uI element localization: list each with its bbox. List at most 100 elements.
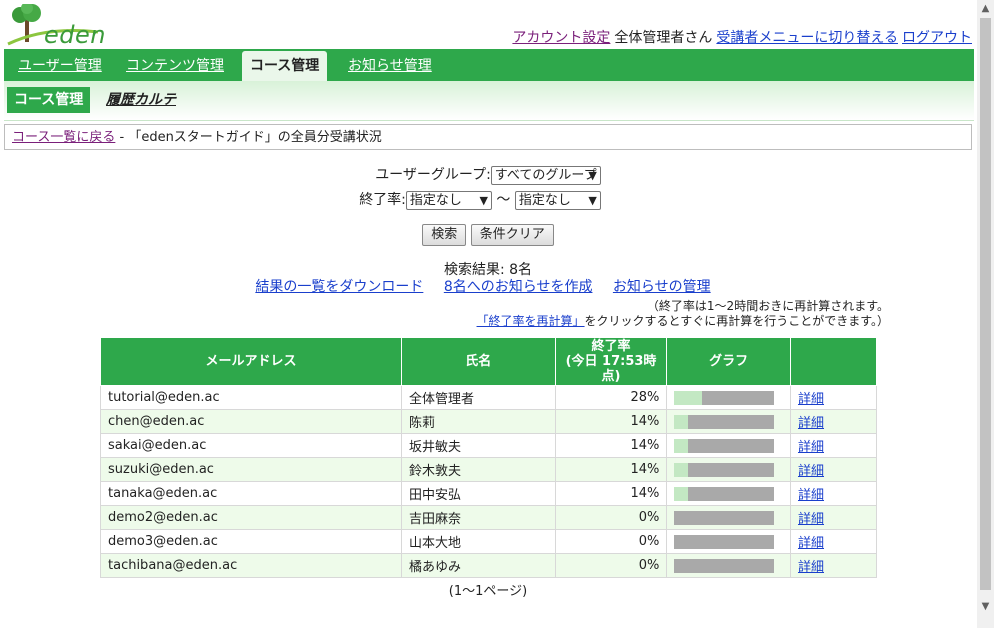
rate-filter-row: 終了率: 指定なし ▼ 〜 指定なし ▼ xyxy=(0,189,968,210)
cell-rate: 14% xyxy=(554,409,668,434)
breadcrumb: コース一覧に戻る - 「edenスタートガイド」の全員分受講状況 xyxy=(4,124,972,150)
progress-bar xyxy=(674,558,775,573)
rate-from-select[interactable]: 指定なし ▼ xyxy=(405,190,492,210)
rate-range-separator: 〜 xyxy=(496,192,511,208)
cell-detail: 詳細 xyxy=(789,409,878,434)
recalc-note-line2: 「終了率を再計算」をクリックするとすぐに再計算を行うことができます。） xyxy=(477,312,889,329)
group-select-value: すべてのグループ xyxy=(494,167,597,183)
progress-bar-fill xyxy=(674,462,689,477)
cell-email: sakai@eden.ac xyxy=(100,433,402,458)
table-row: sakai@eden.ac 坂井敏夫 14% 詳細 xyxy=(100,433,878,458)
manage-notices-link[interactable]: お知らせの管理 xyxy=(613,279,711,295)
cell-graph xyxy=(666,409,791,434)
back-to-course-list-link[interactable]: コース一覧に戻る xyxy=(12,130,115,145)
cell-graph xyxy=(666,505,791,530)
col-rate: 終了率 (今日 17:53時点) xyxy=(554,337,668,386)
cell-rate: 28% xyxy=(554,385,668,410)
cell-rate: 0% xyxy=(554,505,668,530)
tab-user-management[interactable]: ユーザー管理 xyxy=(10,49,110,81)
cell-detail: 詳細 xyxy=(789,385,878,410)
rate-to-select[interactable]: 指定なし ▼ xyxy=(514,190,601,210)
cell-email: tanaka@eden.ac xyxy=(100,481,402,506)
col-email: メールアドレス xyxy=(100,337,402,386)
scroll-down-arrow-icon[interactable]: ▼ xyxy=(977,598,994,615)
group-filter-label: ユーザーグループ: xyxy=(375,167,491,183)
progress-bar-fill xyxy=(674,390,703,405)
tab-course-management[interactable]: コース管理 xyxy=(242,51,328,81)
cell-rate: 14% xyxy=(554,433,668,458)
tab-content-management[interactable]: コンテンツ管理 xyxy=(118,49,232,81)
progress-bar-fill xyxy=(674,486,689,501)
sub-nav: コース管理 履歴カルテ xyxy=(4,81,974,121)
cell-name: 田中安弘 xyxy=(400,481,556,506)
cell-graph xyxy=(666,457,791,482)
user-name: 全体管理者さん xyxy=(614,30,713,46)
cell-rate: 0% xyxy=(554,553,668,578)
table-row: demo3@eden.ac 山本大地 0% 詳細 xyxy=(100,529,878,554)
detail-link[interactable]: 詳細 xyxy=(798,512,824,527)
download-results-link[interactable]: 結果の一覧をダウンロード xyxy=(255,279,423,295)
result-links: 結果の一覧をダウンロード 8名へのお知らせを作成 お知らせの管理 xyxy=(0,276,966,296)
detail-link[interactable]: 詳細 xyxy=(798,560,824,575)
scroll-up-arrow-icon[interactable]: ▲ xyxy=(977,0,994,17)
cell-email: chen@eden.ac xyxy=(100,409,402,434)
cell-email: demo2@eden.ac xyxy=(100,505,402,530)
progress-bar-fill xyxy=(674,414,689,429)
cell-email: tachibana@eden.ac xyxy=(100,553,402,578)
search-button[interactable]: 検索 xyxy=(422,224,467,246)
detail-link[interactable]: 詳細 xyxy=(798,464,824,479)
detail-link[interactable]: 詳細 xyxy=(798,416,824,431)
logout-link[interactable]: ログアウト xyxy=(902,30,972,46)
switch-menu-link[interactable]: 受講者メニューに切り替える xyxy=(716,30,898,46)
col-graph: グラフ xyxy=(666,337,791,386)
group-select[interactable]: すべてのグループ ▼ xyxy=(490,165,601,185)
cell-detail: 詳細 xyxy=(789,529,878,554)
progress-bar xyxy=(674,438,775,453)
rate-to-value: 指定なし xyxy=(518,192,571,208)
table-row: suzuki@eden.ac 鈴木敦夫 14% 詳細 xyxy=(100,457,878,482)
chevron-down-icon: ▼ xyxy=(479,193,488,207)
cell-detail: 詳細 xyxy=(789,433,878,458)
table-row: tutorial@eden.ac 全体管理者 28% 詳細 xyxy=(100,385,878,410)
detail-link[interactable]: 詳細 xyxy=(798,536,824,551)
create-notice-link[interactable]: 8名へのお知らせを作成 xyxy=(444,279,593,295)
eden-logo[interactable]: eden xyxy=(6,4,116,49)
rate-from-value: 指定なし xyxy=(409,192,462,208)
col-rate-title: 終了率 xyxy=(591,339,631,354)
table-row: tanaka@eden.ac 田中安弘 14% 詳細 xyxy=(100,481,878,506)
filter-buttons: 検索 条件クリア xyxy=(0,224,976,246)
detail-link[interactable]: 詳細 xyxy=(798,440,824,455)
cell-detail: 詳細 xyxy=(789,457,878,482)
cell-graph xyxy=(666,385,791,410)
vertical-scrollbar[interactable]: ▲ ▼ xyxy=(977,0,994,628)
cell-email: tutorial@eden.ac xyxy=(100,385,402,410)
cell-graph xyxy=(666,481,791,506)
table-header-row: メールアドレス 氏名 終了率 (今日 17:53時点) グラフ xyxy=(100,337,878,386)
progress-bar xyxy=(674,534,775,549)
recalculate-link[interactable]: 「終了率を再計算」 xyxy=(477,314,585,328)
header: eden アカウント設定 全体管理者さん 受講者メニューに切り替える ログアウト xyxy=(0,0,976,49)
progress-table: メールアドレス 氏名 終了率 (今日 17:53時点) グラフ tutorial@… xyxy=(100,337,878,578)
progress-bar xyxy=(674,486,775,501)
subnav-course-management[interactable]: コース管理 xyxy=(7,87,91,113)
cell-rate: 0% xyxy=(554,529,668,554)
chevron-down-icon: ▼ xyxy=(588,193,597,207)
top-nav: ユーザー管理 コンテンツ管理 コース管理 お知らせ管理 xyxy=(4,49,974,81)
detail-link[interactable]: 詳細 xyxy=(798,392,824,407)
account-settings-link[interactable]: アカウント設定 xyxy=(512,30,610,46)
progress-bar-fill xyxy=(674,438,689,453)
cell-name: 陈莉 xyxy=(400,409,556,434)
detail-link[interactable]: 詳細 xyxy=(798,488,824,503)
breadcrumb-current: - 「edenスタートガイド」の全員分受講状況 xyxy=(115,130,382,145)
clear-conditions-button[interactable]: 条件クリア xyxy=(470,224,554,246)
cell-name: 全体管理者 xyxy=(400,385,556,410)
cell-name: 山本大地 xyxy=(400,529,556,554)
subnav-history-karte[interactable]: 履歴カルテ xyxy=(106,87,176,113)
cell-graph xyxy=(666,529,791,554)
cell-graph xyxy=(666,553,791,578)
scrollbar-thumb[interactable] xyxy=(980,18,991,590)
tab-notice-management[interactable]: お知らせ管理 xyxy=(340,49,440,81)
col-name: 氏名 xyxy=(400,337,556,386)
pager: (1〜1ページ) xyxy=(448,584,528,599)
recalc-note-text: をクリックするとすぐに再計算を行うことができます。） xyxy=(584,314,889,328)
